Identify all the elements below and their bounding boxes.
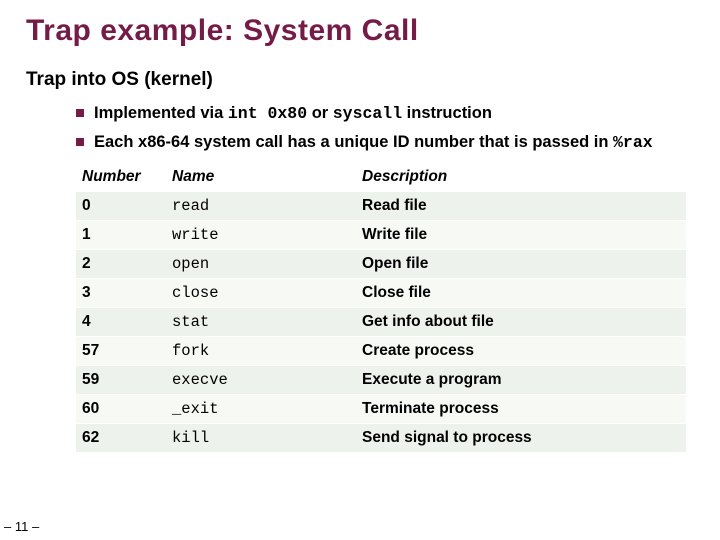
cell-description: Read file — [356, 192, 686, 221]
cell-description: Get info about file — [356, 308, 686, 337]
cell-number: 4 — [76, 308, 166, 337]
cell-name: fork — [166, 337, 356, 366]
text-run: instruction — [402, 104, 492, 122]
cell-description: Close file — [356, 279, 686, 308]
text-run: Each x86-64 system call has a unique ID … — [94, 133, 613, 151]
cell-number: 60 — [76, 395, 166, 424]
cell-description: Execute a program — [356, 366, 686, 395]
cell-number: 59 — [76, 366, 166, 395]
table-row: 0readRead file — [76, 192, 686, 221]
slide: Trap example: System Call Trap into OS (… — [0, 0, 720, 540]
cell-description: Send signal to process — [356, 424, 686, 453]
code-text: %rax — [613, 133, 653, 152]
cell-number: 0 — [76, 192, 166, 221]
table-row: 2openOpen file — [76, 250, 686, 279]
table-row: 62killSend signal to process — [76, 424, 686, 453]
table-row: 3closeClose file — [76, 279, 686, 308]
code-text: syscall — [333, 104, 402, 123]
bullet-list: Implemented via int 0x80 or syscall inst… — [76, 103, 694, 154]
cell-name: stat — [166, 308, 356, 337]
syscall-table: Number Name Description 0readRead file 1… — [76, 163, 686, 452]
cell-number: 2 — [76, 250, 166, 279]
table-header-row: Number Name Description — [76, 163, 686, 192]
col-header-number: Number — [76, 163, 166, 192]
table-row: 4statGet info about file — [76, 308, 686, 337]
bullet-text: Each x86-64 system call has a unique ID … — [94, 132, 653, 153]
table-row: 59execveExecute a program — [76, 366, 686, 395]
text-run: or — [307, 104, 333, 122]
cell-description: Write file — [356, 221, 686, 250]
square-bullet-icon — [76, 138, 84, 146]
bullet-item: Each x86-64 system call has a unique ID … — [76, 132, 694, 153]
cell-description: Create process — [356, 337, 686, 366]
cell-name: kill — [166, 424, 356, 453]
cell-number: 3 — [76, 279, 166, 308]
cell-name: execve — [166, 366, 356, 395]
bullet-text: Implemented via int 0x80 or syscall inst… — [94, 103, 492, 124]
col-header-name: Name — [166, 163, 356, 192]
cell-name: close — [166, 279, 356, 308]
page-title: Trap example: System Call — [26, 14, 694, 49]
table-row: 60_exitTerminate process — [76, 395, 686, 424]
code-text: int 0x80 — [228, 104, 307, 123]
subtitle: Trap into OS (kernel) — [26, 69, 694, 91]
page-number: – 11 – — [4, 519, 39, 534]
bullet-item: Implemented via int 0x80 or syscall inst… — [76, 103, 694, 124]
table: Number Name Description 0readRead file 1… — [76, 163, 686, 452]
cell-name: read — [166, 192, 356, 221]
table-row: 1writeWrite file — [76, 221, 686, 250]
cell-description: Terminate process — [356, 395, 686, 424]
cell-name: _exit — [166, 395, 356, 424]
table-body: 0readRead file 1writeWrite file 2openOpe… — [76, 192, 686, 453]
table-row: 57forkCreate process — [76, 337, 686, 366]
square-bullet-icon — [76, 109, 84, 117]
col-header-description: Description — [356, 163, 686, 192]
text-run: Implemented via — [94, 104, 228, 122]
cell-number: 62 — [76, 424, 166, 453]
cell-number: 57 — [76, 337, 166, 366]
cell-number: 1 — [76, 221, 166, 250]
cell-description: Open file — [356, 250, 686, 279]
cell-name: write — [166, 221, 356, 250]
cell-name: open — [166, 250, 356, 279]
